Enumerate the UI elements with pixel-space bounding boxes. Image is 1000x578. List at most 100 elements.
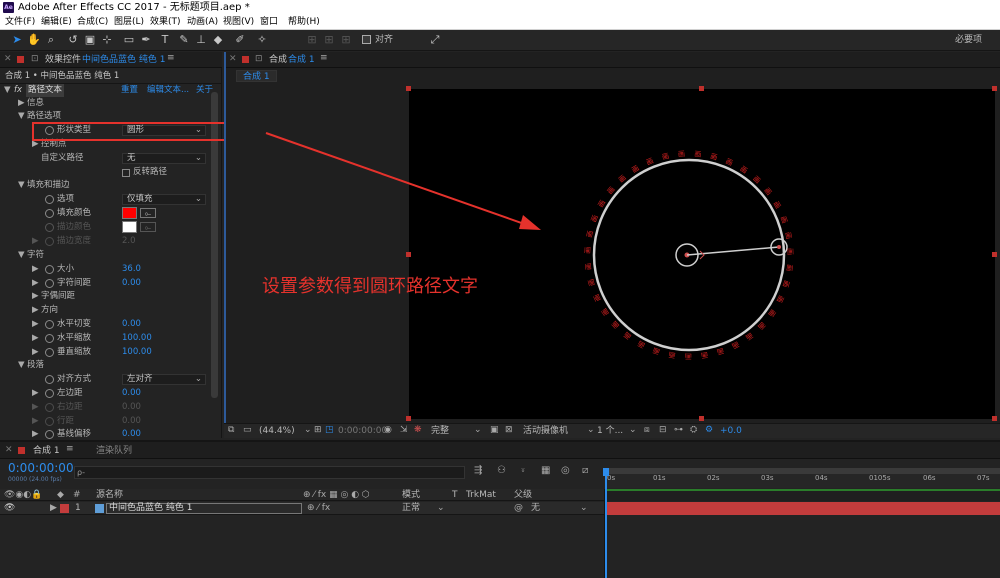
collapse-arrow-icon[interactable]: ▶ xyxy=(18,97,25,110)
close-icon[interactable]: ✕ xyxy=(5,445,13,455)
panel-menu-icon[interactable]: ≡ xyxy=(66,444,74,454)
kerning-group[interactable]: 字偶间距 xyxy=(41,290,75,303)
radius-anchor[interactable] xyxy=(777,245,781,249)
menu-composition[interactable]: 合成(C) xyxy=(77,16,108,29)
timeline-icon[interactable]: ⊟ xyxy=(659,425,667,435)
expand-arrow-icon[interactable]: ▼ xyxy=(18,359,25,372)
mode-dropdown[interactable]: 正常 xyxy=(402,502,420,515)
stopwatch-icon[interactable] xyxy=(45,430,54,439)
fx-icon[interactable]: fx xyxy=(14,84,22,97)
effect-name[interactable]: 路径文本 xyxy=(26,84,65,97)
eyedropper-icon[interactable]: ⟜ xyxy=(140,208,156,218)
collapse-arrow-icon[interactable]: ▶ xyxy=(32,277,39,290)
snap-options-icon[interactable]: ⤢ xyxy=(428,33,442,47)
menu-animation[interactable]: 动画(A) xyxy=(187,16,218,29)
stopwatch-icon[interactable] xyxy=(45,265,54,274)
camera-dropdown[interactable]: 活动摄像机 xyxy=(523,425,568,437)
layer-name[interactable]: 中间色品蓝色 纯色 1 xyxy=(106,503,302,514)
selection-tool-icon[interactable]: ➤ xyxy=(10,33,24,47)
stopwatch-icon[interactable] xyxy=(45,389,54,398)
composition-tab-name[interactable]: 合成 1 xyxy=(288,54,315,66)
collapse-arrow-icon[interactable]: ▶ xyxy=(32,332,39,345)
orientation-group[interactable]: 方向 xyxy=(41,304,58,317)
workspace-label[interactable]: 必要项 xyxy=(955,34,982,46)
stopwatch-icon[interactable] xyxy=(45,320,54,329)
layer-handle[interactable] xyxy=(699,86,704,91)
layer-handle[interactable] xyxy=(699,416,704,421)
roto-brush-tool-icon[interactable]: ✐ xyxy=(233,33,247,47)
chevron-down-icon[interactable]: ⌄ xyxy=(474,425,482,435)
reverse-path-checkbox[interactable] xyxy=(122,169,130,177)
menu-layer[interactable]: 图层(L) xyxy=(114,16,144,29)
zoom-tool-icon[interactable]: ⌕ xyxy=(44,33,58,47)
mode-header[interactable]: 模式 xyxy=(402,489,420,501)
playhead-handle[interactable] xyxy=(603,468,609,476)
edit-text-button[interactable]: 编辑文本... xyxy=(147,84,189,97)
collapse-arrow-icon[interactable]: ▶ xyxy=(32,415,39,428)
reset-button[interactable]: 重置 xyxy=(121,84,138,97)
collapse-arrow-icon[interactable]: ▶ xyxy=(32,235,39,248)
pick-whip-icon[interactable]: @ xyxy=(514,502,523,515)
stopwatch-icon[interactable] xyxy=(45,334,54,343)
show-snapshot-icon[interactable]: ⇲ xyxy=(400,425,408,435)
collapse-arrow-icon[interactable]: ▶ xyxy=(32,318,39,331)
stopwatch-icon[interactable] xyxy=(45,195,54,204)
layer-duration-bar[interactable] xyxy=(605,502,1000,515)
current-timecode[interactable]: 0:00:00:00 xyxy=(8,461,74,475)
stopwatch-icon[interactable] xyxy=(45,279,54,288)
collapse-arrow-icon[interactable]: ▶ xyxy=(32,346,39,359)
expand-arrow-icon[interactable]: ▼ xyxy=(18,249,25,262)
eraser-tool-icon[interactable]: ◆ xyxy=(211,33,225,47)
composition-tab[interactable]: 合成 xyxy=(269,54,287,66)
comp-subtab[interactable]: 合成 1 xyxy=(236,70,277,82)
color-channel-icon[interactable]: ❋ xyxy=(414,425,422,435)
graph-editor-icon[interactable]: ⧄ xyxy=(582,465,588,476)
h-scale-value[interactable]: 100.00 xyxy=(122,332,152,345)
chevron-down-icon[interactable]: ⌄ xyxy=(437,502,445,515)
menu-file[interactable]: 文件(F) xyxy=(5,16,35,29)
v-scale-value[interactable]: 100.00 xyxy=(122,346,152,359)
rectangle-tool-icon[interactable]: ▭ xyxy=(122,33,136,47)
layer-handle[interactable] xyxy=(406,252,411,257)
flowchart-icon[interactable]: ⊶ xyxy=(674,425,683,435)
source-name-header[interactable]: 源名称 xyxy=(96,489,123,501)
line-spacing-value[interactable]: 0.00 xyxy=(122,415,141,428)
layer-handle[interactable] xyxy=(992,86,997,91)
camera-tool-icon[interactable]: ▣ xyxy=(83,33,97,47)
collapse-arrow-icon[interactable]: ▶ xyxy=(32,304,39,317)
chevron-down-icon[interactable]: ⌄ xyxy=(304,425,312,435)
layer-handle[interactable] xyxy=(992,252,997,257)
stopwatch-icon[interactable] xyxy=(45,417,54,426)
fast-previews-icon[interactable]: ⧈ xyxy=(644,425,650,435)
collapse-arrow-icon[interactable]: ▶ xyxy=(32,263,39,276)
expand-arrow-icon[interactable]: ▼ xyxy=(18,179,25,192)
pan-behind-tool-icon[interactable]: ⊹ xyxy=(100,33,114,47)
layer-handle[interactable] xyxy=(406,416,411,421)
type-tool-icon[interactable]: T xyxy=(158,33,172,47)
viewer-timecode[interactable]: 0:00:00:00 xyxy=(338,425,387,437)
playhead[interactable] xyxy=(605,468,607,578)
stopwatch-icon[interactable] xyxy=(45,348,54,357)
parent-dropdown[interactable]: 无 xyxy=(531,502,540,515)
snapshot-icon[interactable]: ◉ xyxy=(384,425,392,435)
pen-tool-icon[interactable]: ✒ xyxy=(139,33,153,47)
grid-icon[interactable]: ⊞ xyxy=(314,425,322,435)
stroke-color-swatch[interactable] xyxy=(122,221,137,233)
time-ruler[interactable]: 0s 01s 02s 03s 04s 0105s 06s 07s xyxy=(605,468,1000,488)
puppet-tool-icon[interactable]: ✧ xyxy=(255,33,269,47)
composition-mini-flowchart-icon[interactable]: ⇶ xyxy=(474,465,482,476)
world-axis-icon[interactable]: ⊞ xyxy=(322,33,336,47)
menu-effect[interactable]: 效果(T) xyxy=(150,16,181,29)
menu-view[interactable]: 视图(V) xyxy=(223,16,254,29)
region-of-interest-icon[interactable]: ▣ xyxy=(490,425,499,435)
options-dropdown[interactable]: 仅填充 ⌄ xyxy=(122,194,206,205)
number-icon[interactable]: # xyxy=(73,489,81,501)
panel-lock-icon[interactable] xyxy=(17,56,24,63)
stroke-width-value[interactable]: 2.0 xyxy=(122,235,136,248)
chevron-down-icon[interactable]: ⌄ xyxy=(587,425,595,435)
frame-blending-icon[interactable]: ▦ xyxy=(541,465,550,476)
reset-exposure-icon[interactable]: ⛭ xyxy=(690,425,697,435)
switches-icon[interactable]: ⊕ ⁄ fx ▦ ◎ ◐ ⬡ xyxy=(303,489,370,501)
alignment-dropdown[interactable]: 左对齐 ⌄ xyxy=(122,374,206,385)
chevron-down-icon[interactable]: ⌄ xyxy=(629,425,637,435)
